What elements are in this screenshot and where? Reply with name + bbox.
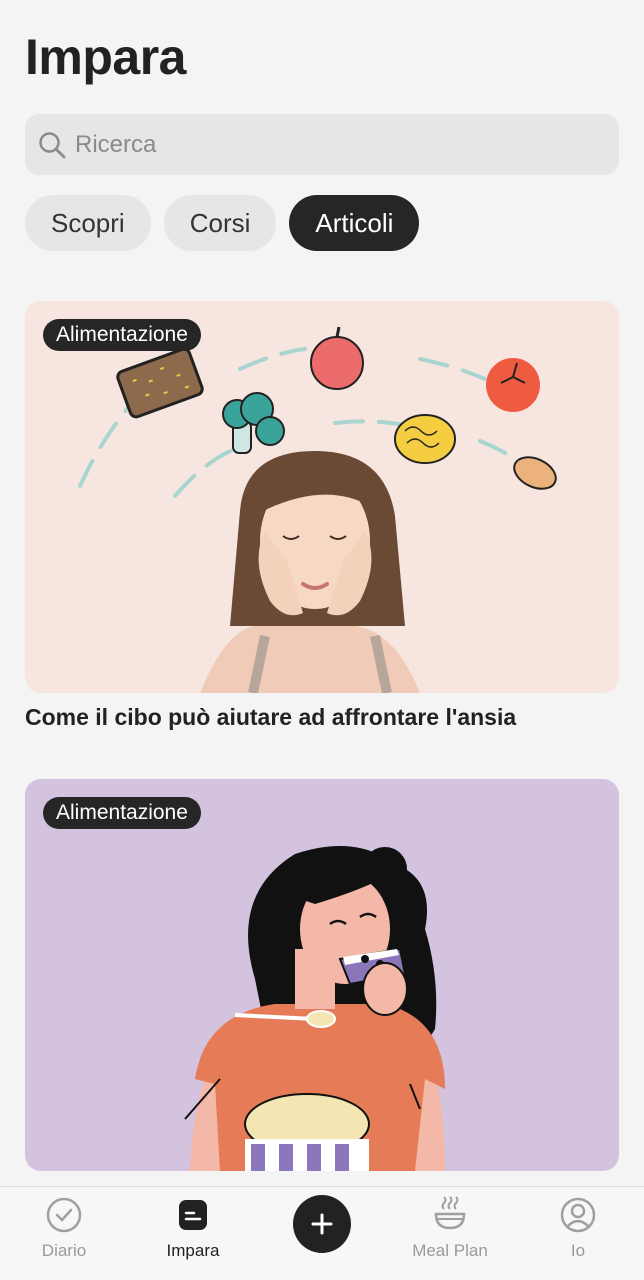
article-illustration <box>78 326 557 693</box>
category-badge: Alimentazione <box>43 797 201 829</box>
article-card[interactable]: Alimentazione <box>25 301 619 693</box>
category-badge: Alimentazione <box>43 319 201 351</box>
nav-label-meal-plan: Meal Plan <box>412 1241 488 1260</box>
article-illustration <box>184 846 445 1171</box>
search-placeholder: Ricerca <box>75 130 157 158</box>
page-title: Impara <box>25 29 186 85</box>
tab-scopri[interactable]: Scopri <box>25 195 151 251</box>
bowl-icon <box>434 1196 466 1230</box>
search-input[interactable]: Ricerca <box>25 114 619 175</box>
article-title[interactable]: Come il cibo può aiutare ad affrontare l… <box>25 704 516 731</box>
check-circle-icon <box>46 1197 82 1233</box>
article-card[interactable]: Alimentazione <box>25 779 619 1171</box>
tab-bar: Scopri Corsi Articoli <box>25 195 420 251</box>
book-icon <box>179 1200 207 1230</box>
add-button[interactable] <box>293 1195 351 1253</box>
user-icon <box>560 1197 596 1233</box>
nav-label-impara: Impara <box>166 1241 220 1260</box>
plus-icon <box>311 1213 333 1235</box>
nav-item-diario[interactable]: Diario <box>4 1187 124 1280</box>
nav-label-io: Io <box>570 1241 586 1260</box>
nav-item-io[interactable]: Io <box>518 1187 638 1280</box>
tab-articoli[interactable]: Articoli <box>289 195 420 251</box>
nav-label-diario: Diario <box>41 1241 87 1260</box>
nav-item-impara[interactable]: Impara <box>133 1187 253 1280</box>
tab-corsi[interactable]: Corsi <box>163 195 277 251</box>
nav-item-meal-plan[interactable]: Meal Plan <box>390 1187 510 1280</box>
search-icon <box>39 131 66 158</box>
